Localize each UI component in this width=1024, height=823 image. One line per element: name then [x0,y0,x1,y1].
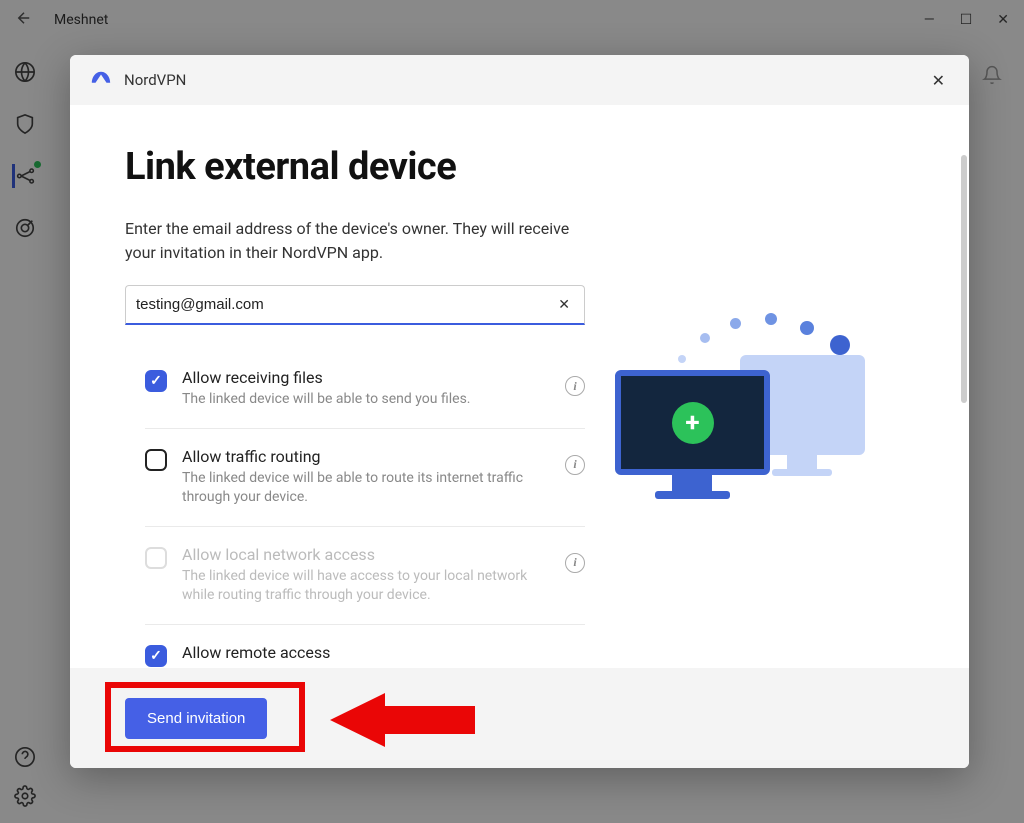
checkbox-local-network [145,547,167,569]
option-description: The linked device will be able to send y… [182,390,555,410]
dialog-footer: Send invitation [70,668,969,768]
annotation-arrow-icon [330,690,480,750]
illustration: + [585,145,885,668]
dialog-titlebar: NordVPN ✕ [70,55,969,105]
email-field[interactable]: ✕ [125,285,585,325]
dialog-close-button[interactable]: ✕ [928,67,949,94]
info-icon[interactable]: i [565,376,585,396]
send-invitation-button[interactable]: Send invitation [125,698,267,739]
option-title: Allow traffic routing [182,447,555,466]
option-description: The linked device will have access to yo… [182,567,555,606]
scrollbar[interactable] [961,155,967,568]
option-traffic-routing: Allow traffic routing The linked device … [145,429,585,527]
info-icon[interactable]: i [565,553,585,573]
option-title: Allow remote access [182,643,585,662]
dialog-app-name: NordVPN [124,71,186,89]
dialog-heading: Link external device [125,145,585,189]
checkbox-traffic-routing[interactable] [145,449,167,471]
notification-bell-icon[interactable] [982,65,1002,89]
dialog-intro-text: Enter the email address of the device's … [125,217,585,265]
option-local-network: Allow local network access The linked de… [145,527,585,625]
nordvpn-logo-icon [90,69,112,91]
option-description: The linked device will be able to route … [182,469,555,508]
clear-input-icon[interactable]: ✕ [554,293,574,317]
checkbox-receiving-files[interactable] [145,370,167,392]
option-receiving-files: Allow receiving files The linked device … [145,350,585,429]
checkbox-remote-access[interactable] [145,645,167,667]
plus-icon: + [672,402,714,444]
info-icon[interactable]: i [565,455,585,475]
option-remote-access: Allow remote access [145,625,585,668]
link-device-dialog: NordVPN ✕ Link external device Enter the… [70,55,969,768]
option-title: Allow receiving files [182,368,555,387]
option-title: Allow local network access [182,545,555,564]
email-input[interactable] [136,296,554,313]
